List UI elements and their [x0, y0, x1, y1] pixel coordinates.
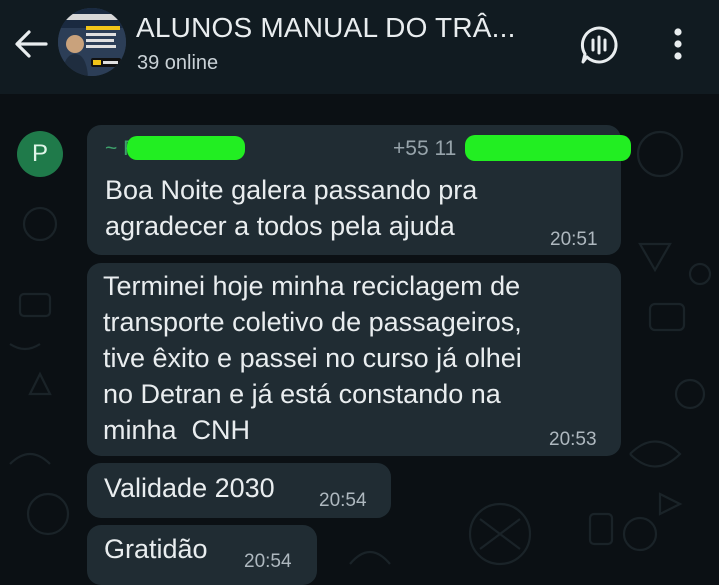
message-text: Terminei hoje minha reciclagem de transp… [103, 271, 522, 445]
message-time: 20:54 [319, 490, 367, 511]
message-bubble[interactable]: ~ P +55 11 Boa Noite galera passando pra… [87, 125, 631, 255]
message-time: 20:54 [244, 551, 292, 572]
redaction-mark [127, 136, 245, 160]
message-text: Boa Noite galera passando pra agradecer … [105, 175, 478, 241]
message-text: Validade 2030 [104, 473, 275, 503]
message-bubble[interactable]: Terminei hoje minha reciclagem de transp… [87, 263, 621, 456]
message-bubble[interactable]: Gratidão 20:54 [87, 525, 317, 585]
message-time: 20:51 [550, 229, 598, 250]
message-text: Gratidão [104, 534, 208, 564]
group-avatar[interactable] [58, 8, 126, 76]
back-arrow-icon[interactable] [10, 26, 50, 62]
group-avatar-image [58, 8, 126, 76]
sender-phone: +55 11 [393, 137, 457, 160]
voice-chat-icon[interactable] [578, 24, 620, 66]
more-options-icon[interactable] [664, 24, 692, 64]
sender-avatar[interactable]: P [17, 131, 63, 177]
message-bubble[interactable]: Validade 2030 20:54 [87, 463, 391, 518]
redaction-mark [465, 135, 631, 161]
chat-header: ALUNOS MANUAL DO TRÂ... 39 online [0, 0, 719, 94]
online-count: 39 online [137, 52, 219, 74]
group-title[interactable]: ALUNOS MANUAL DO TRÂ... [136, 12, 516, 44]
message-time: 20:53 [549, 429, 597, 450]
